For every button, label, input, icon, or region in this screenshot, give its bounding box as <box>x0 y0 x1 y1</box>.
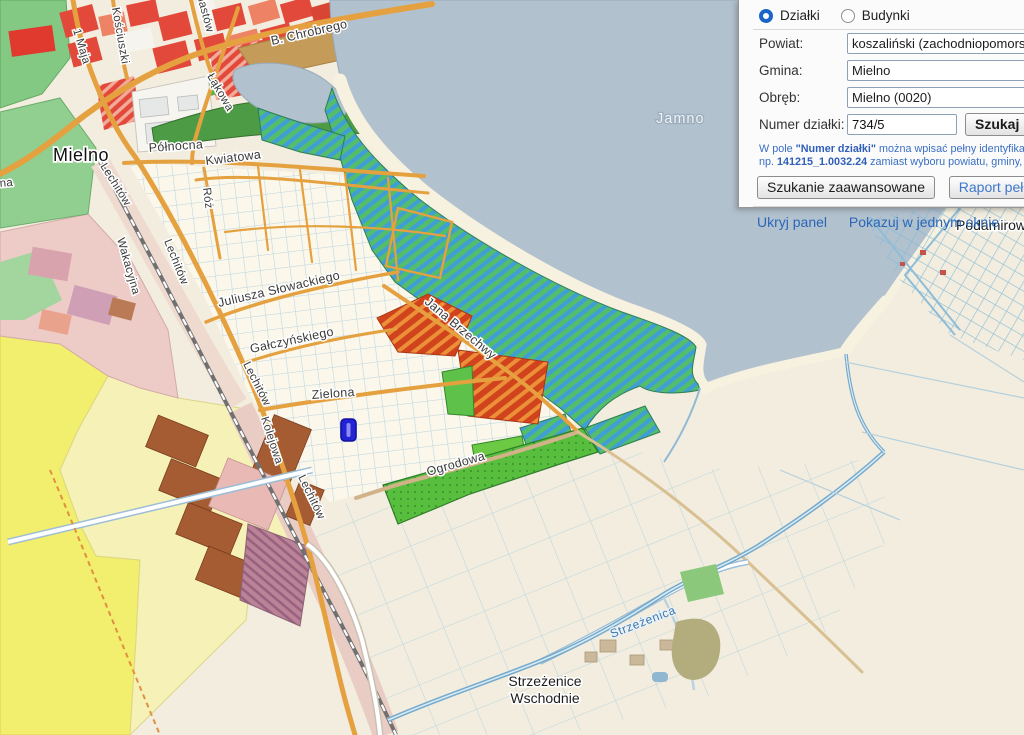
gmina-label: Gmina: <box>759 63 847 78</box>
hide-panel-link[interactable]: Ukryj panel <box>757 214 827 230</box>
powiat-row: Powiat: koszaliński (zachodniopomorskie) <box>739 30 1024 57</box>
panel-links-row: Ukryj panel Pokazuj w jednym oknie <box>739 207 1024 230</box>
map-label-lake: Jamno <box>656 111 705 127</box>
help-line1-bold: "Numer działki" <box>796 143 876 155</box>
search-panel: Działki Budynki Powiat: koszaliński (zac… <box>738 0 1024 208</box>
gmina-select[interactable]: Mielno <box>847 60 1024 81</box>
radio-budynki[interactable] <box>841 9 855 23</box>
help-line2-pre: np. <box>759 156 777 168</box>
help-line2-post: zamiast wyboru powiatu, gminy, obrębu. <box>867 156 1024 168</box>
obreb-select[interactable]: Mielno (0020) <box>847 87 1024 108</box>
parcel-number-input[interactable] <box>847 114 957 135</box>
green-parcel <box>442 366 474 416</box>
help-line1-pre: W pole <box>759 143 796 155</box>
map-label-place: Strzeżenice <box>508 673 581 689</box>
help-line1-post: można wpisać pełny identyfikator szukane… <box>876 143 1024 155</box>
gmina-row: Gmina: Mielno <box>739 57 1024 84</box>
radio-budynki-label: Budynki <box>862 8 910 23</box>
panel-buttons-row: Szukanie zaawansowane Raport pełny dla d… <box>739 171 1024 199</box>
full-report-button[interactable]: Raport pełny dla działki <box>949 176 1024 199</box>
map-label-town: Mielno <box>53 145 109 165</box>
radio-dzialki[interactable] <box>759 9 773 23</box>
radio-dzialki-label: Działki <box>780 8 820 23</box>
help-line2-bold: 141215_1.0032.24 <box>777 156 867 168</box>
map-label-street: Zielona <box>311 385 355 402</box>
obreb-label: Obręb: <box>759 90 847 105</box>
selected-parcel-marker[interactable] <box>341 419 356 441</box>
pond <box>652 672 668 682</box>
help-text: W pole "Numer działki" można wpisać pełn… <box>739 138 1024 171</box>
search-button[interactable]: Szukaj <box>965 113 1024 136</box>
map-label-street: na <box>0 177 14 190</box>
parcel-number-row: Numer działki: Szukaj <box>739 111 1024 138</box>
obreb-row: Obręb: Mielno (0020) <box>739 84 1024 111</box>
parcel-number-label: Numer działki: <box>759 117 847 132</box>
powiat-label: Powiat: <box>759 36 847 51</box>
map-label-place: Wschodnie <box>510 690 579 706</box>
geoportal-screen: { "panel": { "radios": { "dzialki": "Dzi… <box>0 0 1024 735</box>
layer-radio-row: Działki Budynki <box>739 0 1024 29</box>
single-window-link[interactable]: Pokazuj w jednym oknie <box>849 214 999 230</box>
powiat-select[interactable]: koszaliński (zachodniopomorskie) <box>847 33 1024 54</box>
advanced-search-button[interactable]: Szukanie zaawansowane <box>757 176 935 199</box>
